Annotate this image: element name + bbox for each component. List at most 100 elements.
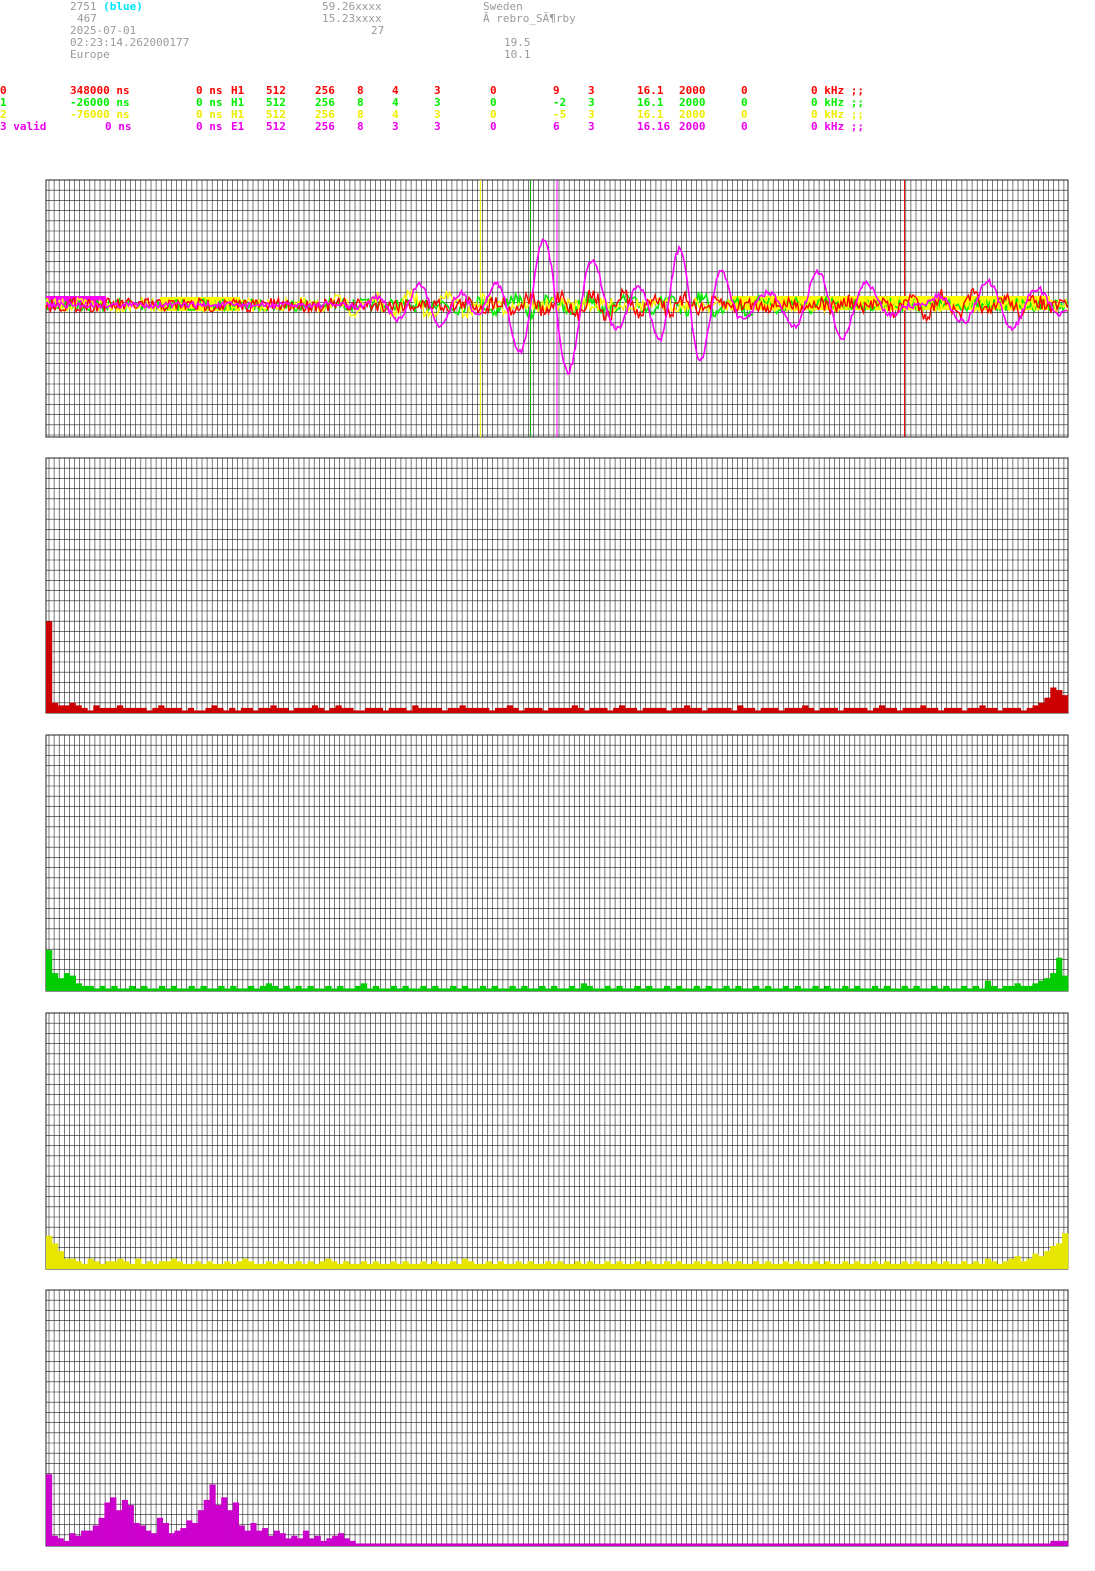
- histogram-bar: [830, 1263, 837, 1269]
- histogram-bar: [806, 988, 813, 991]
- histogram-bar: [135, 1258, 142, 1269]
- histogram-bar: [361, 1543, 368, 1546]
- histogram-bar: [92, 1525, 99, 1546]
- histogram-bar: [337, 985, 344, 991]
- histogram-bar: [87, 985, 94, 991]
- histogram-bar: [1026, 985, 1033, 991]
- histogram-bar: [574, 988, 582, 991]
- histogram-bar: [848, 1263, 855, 1269]
- histogram-bar: [652, 1263, 659, 1269]
- histogram-bar: [414, 1263, 421, 1269]
- histogram-bar: [135, 988, 142, 991]
- histogram-bar: [1038, 980, 1045, 991]
- histogram-bar: [265, 1261, 273, 1269]
- histogram-bar: [682, 1543, 689, 1546]
- histogram-bar: [122, 707, 130, 713]
- histogram-bar: [1002, 1261, 1009, 1269]
- histogram-bar: [212, 1263, 219, 1269]
- histogram-bar: [819, 707, 827, 713]
- histogram-bar: [693, 1261, 700, 1269]
- histogram-bar: [176, 988, 183, 991]
- histogram-bar: [209, 1484, 216, 1546]
- histogram-bar: [224, 1261, 231, 1269]
- histogram-bar: [586, 985, 593, 991]
- histogram-bar: [524, 707, 531, 713]
- histogram-bar: [652, 988, 659, 991]
- histogram-bar: [681, 1263, 689, 1269]
- histogram-bar: [313, 1263, 320, 1269]
- histogram-bar: [479, 1263, 486, 1269]
- histogram-bar: [1015, 1543, 1022, 1546]
- histogram-bar: [675, 1261, 683, 1269]
- histogram-bar: [943, 707, 951, 713]
- histogram-bar: [282, 707, 289, 713]
- histogram-bar: [562, 1263, 570, 1269]
- histogram-bar: [432, 1261, 439, 1269]
- histogram-bar: [46, 1474, 53, 1546]
- grid-lines: [46, 457, 1068, 714]
- histogram-bar: [589, 707, 596, 713]
- histogram-bar: [784, 707, 791, 713]
- histogram-bar: [75, 1261, 82, 1269]
- histogram-bar: [341, 707, 348, 713]
- histogram-bar: [869, 1543, 876, 1546]
- histogram-bar: [910, 1543, 917, 1546]
- histogram-bar: [139, 1525, 146, 1546]
- histogram-bar: [349, 1263, 356, 1269]
- histogram-bar: [420, 985, 427, 991]
- histogram-bar: [448, 1543, 456, 1546]
- histogram-bar: [854, 985, 861, 991]
- histogram-bar: [258, 707, 265, 713]
- histogram-bar: [717, 988, 724, 991]
- panel-frame: [45, 457, 1069, 714]
- histogram-bar: [559, 707, 567, 713]
- histogram-bar: [313, 988, 320, 991]
- histogram-bar: [206, 1261, 213, 1269]
- histogram-bar: [218, 985, 225, 991]
- histogram-bar: [642, 707, 649, 713]
- histogram-bar: [1056, 690, 1063, 713]
- histogram-bar: [1044, 697, 1051, 713]
- histogram-bar: [262, 1528, 269, 1546]
- histogram-bar: [646, 985, 653, 991]
- histogram-bar: [252, 710, 259, 713]
- histogram-1: [46, 950, 1069, 991]
- histogram-bar: [335, 705, 342, 713]
- histogram-bar: [367, 1543, 374, 1546]
- histogram-bar: [711, 988, 718, 991]
- histogram-bar: [984, 980, 992, 991]
- histogram-bar: [326, 1538, 333, 1546]
- histogram-bar: [901, 1261, 908, 1269]
- histogram-bar: [766, 707, 773, 713]
- histogram-bar: [898, 1543, 905, 1546]
- histogram-bar: [776, 1543, 783, 1546]
- histogram-bar: [75, 983, 82, 991]
- histogram-bar: [396, 988, 403, 991]
- histogram-bar: [604, 1261, 611, 1269]
- histogram-bar: [151, 1533, 158, 1546]
- histogram-bar: [156, 1517, 164, 1546]
- histogram-bar: [515, 988, 522, 991]
- histogram-bar: [571, 1543, 578, 1546]
- histogram-bar: [669, 988, 677, 991]
- histogram-bar: [164, 988, 172, 991]
- histogram-bar: [554, 1543, 561, 1546]
- histogram-bar: [536, 1543, 543, 1546]
- histogram-bar: [212, 988, 219, 991]
- histogram-bar: [666, 710, 673, 713]
- grid-lines: [46, 734, 1068, 991]
- histogram-bar: [533, 1263, 540, 1269]
- histogram-bar: [121, 1499, 129, 1546]
- histogram-bar: [1032, 983, 1039, 991]
- histogram-bar: [203, 1499, 210, 1546]
- histogram-bar: [961, 710, 968, 713]
- histogram-bar: [860, 988, 867, 991]
- grid-lines: [46, 1289, 1068, 1546]
- histogram-bar: [530, 707, 537, 713]
- histogram-bar: [265, 983, 273, 991]
- histogram-bar: [302, 1530, 310, 1546]
- histogram-bar: [554, 707, 561, 713]
- histogram-bar: [1044, 1251, 1051, 1269]
- histogram-bar: [760, 707, 768, 713]
- histogram-bar: [123, 1261, 130, 1269]
